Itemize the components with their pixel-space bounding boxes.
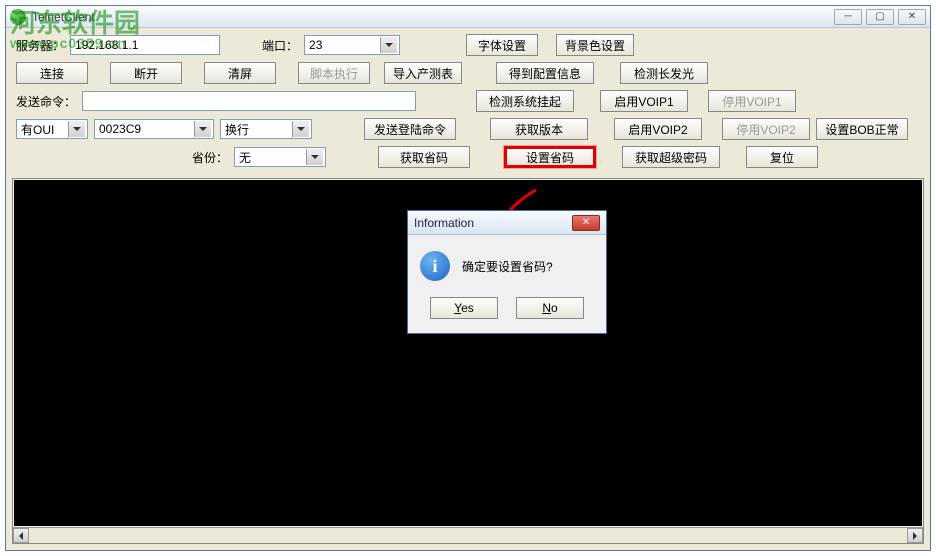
province-label: 省份： <box>192 149 228 166</box>
newline-combo[interactable]: 换行 <box>220 119 312 139</box>
info-icon: i <box>420 251 450 281</box>
superpwd-button[interactable]: 获取超级密码 <box>622 146 720 168</box>
row-province: 省份： 无 获取省码 设置省码 获取超级密码 复位 <box>16 146 920 168</box>
disable-voip1-button[interactable]: 停用VOIP1 <box>708 90 796 112</box>
send-label: 发送命令： <box>16 93 76 110</box>
row-oui: 有OUI 0023C9 换行 发送登陆命令 获取版本 启用VOIP2 停用VOI… <box>16 118 920 140</box>
minimize-button[interactable]: ─ <box>834 9 862 25</box>
chevron-left-icon <box>19 532 23 540</box>
app-icon <box>10 9 26 25</box>
row-server: 服务器： 端口： 23 字体设置 背景色设置 <box>16 34 920 56</box>
window-controls: ─ ▢ ✕ <box>834 9 926 25</box>
reset-button[interactable]: 复位 <box>746 146 818 168</box>
port-label: 端口： <box>262 37 298 54</box>
no-button[interactable]: No <box>516 297 584 319</box>
close-button[interactable]: ✕ <box>898 9 926 25</box>
horizontal-scrollbar[interactable] <box>13 527 923 543</box>
send-input[interactable] <box>82 91 416 111</box>
row-connection: 连接 断开 清屏 脚本执行 导入产测表 得到配置信息 检测长发光 <box>16 62 920 84</box>
server-input[interactable] <box>70 35 220 55</box>
import-button[interactable]: 导入产测表 <box>384 62 462 84</box>
enable-voip2-button[interactable]: 启用VOIP2 <box>614 118 702 140</box>
enable-voip1-button[interactable]: 启用VOIP1 <box>600 90 688 112</box>
oui-mode-combo[interactable]: 有OUI <box>16 119 88 139</box>
confirm-dialog: Information ✕ i 确定要设置省码? Yes No <box>407 210 607 334</box>
titlebar: TelnetClient ─ ▢ ✕ <box>6 6 930 28</box>
get-province-button[interactable]: 获取省码 <box>378 146 470 168</box>
yes-button[interactable]: Yes <box>430 297 498 319</box>
disable-voip2-button[interactable]: 停用VOIP2 <box>722 118 810 140</box>
toolbar-area: 服务器： 端口： 23 字体设置 背景色设置 连接 断开 清屏 脚本执行 导入产… <box>6 28 930 178</box>
scroll-left-button[interactable] <box>13 528 29 543</box>
province-combo[interactable]: 无 <box>234 147 326 167</box>
clear-button[interactable]: 清屏 <box>204 62 276 84</box>
dialog-title-text: Information <box>414 216 572 230</box>
dialog-body: i 确定要设置省码? <box>408 235 606 297</box>
row-send: 发送命令： 检测系统挂起 启用VOIP1 停用VOIP1 <box>16 90 920 112</box>
script-button[interactable]: 脚本执行 <box>298 62 370 84</box>
set-province-button[interactable]: 设置省码 <box>504 146 596 168</box>
connect-button[interactable]: 连接 <box>16 62 88 84</box>
dialog-message: 确定要设置省码? <box>462 258 553 275</box>
window-title: TelnetClient <box>32 10 834 24</box>
bg-settings-button[interactable]: 背景色设置 <box>556 34 634 56</box>
chevron-right-icon <box>913 532 917 540</box>
maximize-button[interactable]: ▢ <box>866 9 894 25</box>
oui-value-combo[interactable]: 0023C9 <box>94 119 214 139</box>
dialog-titlebar: Information ✕ <box>408 211 606 235</box>
config-button[interactable]: 得到配置信息 <box>496 62 594 84</box>
port-combo[interactable]: 23 <box>304 35 400 55</box>
disconnect-button[interactable]: 断开 <box>110 62 182 84</box>
dialog-close-button[interactable]: ✕ <box>572 215 600 231</box>
font-settings-button[interactable]: 字体设置 <box>466 34 538 56</box>
server-label: 服务器： <box>16 37 64 54</box>
detect-crash-button[interactable]: 检测系统挂起 <box>476 90 574 112</box>
scroll-right-button[interactable] <box>907 528 923 543</box>
bob-button[interactable]: 设置BOB正常 <box>816 118 908 140</box>
detect-light-button[interactable]: 检测长发光 <box>620 62 708 84</box>
dialog-buttons: Yes No <box>408 297 606 333</box>
version-button[interactable]: 获取版本 <box>490 118 588 140</box>
login-cmd-button[interactable]: 发送登陆命令 <box>364 118 456 140</box>
